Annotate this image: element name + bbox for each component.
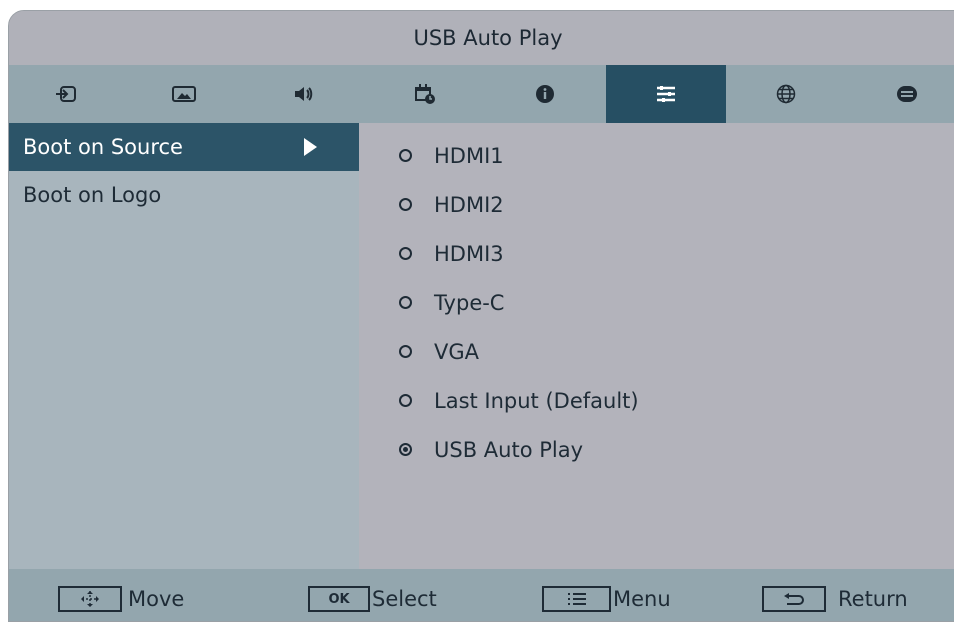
tab-info[interactable] xyxy=(485,65,606,123)
tab-input[interactable] xyxy=(9,65,124,123)
osd-title: USB Auto Play xyxy=(9,11,954,65)
return-key-icon xyxy=(762,586,826,612)
tab-schedule[interactable] xyxy=(365,65,486,123)
footer-hints: Move OK Select Menu Return xyxy=(9,569,954,621)
hint-return: Return xyxy=(762,583,908,615)
radio-button[interactable] xyxy=(399,394,412,407)
hint-select: OK Select xyxy=(308,583,437,615)
radio-button[interactable] xyxy=(399,149,412,162)
option-label: Last Input (Default) xyxy=(434,388,639,413)
globe-icon xyxy=(776,84,796,104)
option-usb-auto-play[interactable]: USB Auto Play xyxy=(359,425,954,474)
tab-bar xyxy=(9,65,954,123)
ok-key: OK xyxy=(308,586,370,612)
settings-sliders-icon xyxy=(656,86,676,102)
tab-settings[interactable] xyxy=(605,65,727,123)
tab-audio[interactable] xyxy=(244,65,365,123)
menu-label: Menu xyxy=(613,587,671,611)
option-label: VGA xyxy=(434,339,480,364)
menu-item-boot-on-logo[interactable]: Boot on Logo xyxy=(9,171,359,219)
osd-window: USB Auto Play Boot on Source Boot on Log… xyxy=(8,10,954,622)
option-hdmi2[interactable]: HDMI2 xyxy=(359,180,954,229)
option-label: HDMI3 xyxy=(434,241,504,266)
tab-picture[interactable] xyxy=(124,65,245,123)
option-label: USB Auto Play xyxy=(434,437,584,462)
picture-icon xyxy=(171,86,196,102)
tab-keyboard[interactable] xyxy=(847,65,954,123)
input-icon xyxy=(55,86,77,102)
content-area: Boot on Source Boot on Logo HDMI1 HDMI2 … xyxy=(9,123,954,569)
schedule-icon xyxy=(414,83,436,105)
speaker-icon xyxy=(294,86,314,102)
return-label: Return xyxy=(838,587,908,611)
menu-list: Boot on Source Boot on Logo xyxy=(9,123,359,569)
move-label: Move xyxy=(128,587,185,611)
option-list: HDMI1 HDMI2 HDMI3 Type-C VGA Last Input … xyxy=(359,123,954,569)
submenu-arrow-icon xyxy=(304,138,317,156)
hint-move: Move xyxy=(58,583,184,615)
option-label: Type-C xyxy=(434,290,505,315)
select-label: Select xyxy=(372,587,437,611)
tab-language[interactable] xyxy=(726,65,847,123)
menu-key-icon xyxy=(542,586,611,612)
option-hdmi1[interactable]: HDMI1 xyxy=(359,131,954,180)
option-label: HDMI1 xyxy=(434,143,504,168)
option-last-input[interactable]: Last Input (Default) xyxy=(359,376,954,425)
option-label: HDMI2 xyxy=(434,192,504,217)
option-vga[interactable]: VGA xyxy=(359,327,954,376)
radio-button[interactable] xyxy=(399,247,412,260)
hint-menu: Menu xyxy=(542,583,671,615)
menu-item-boot-on-source[interactable]: Boot on Source xyxy=(9,123,359,171)
radio-button[interactable] xyxy=(399,345,412,358)
menu-item-label: Boot on Source xyxy=(23,135,183,159)
option-type-c[interactable]: Type-C xyxy=(359,278,954,327)
keyboard-icon xyxy=(896,85,918,103)
menu-item-label: Boot on Logo xyxy=(23,183,162,207)
radio-button[interactable] xyxy=(399,198,412,211)
move-key-icon xyxy=(58,586,122,612)
radio-button-checked[interactable] xyxy=(399,443,412,456)
info-icon xyxy=(535,84,555,104)
option-hdmi3[interactable]: HDMI3 xyxy=(359,229,954,278)
radio-button[interactable] xyxy=(399,296,412,309)
